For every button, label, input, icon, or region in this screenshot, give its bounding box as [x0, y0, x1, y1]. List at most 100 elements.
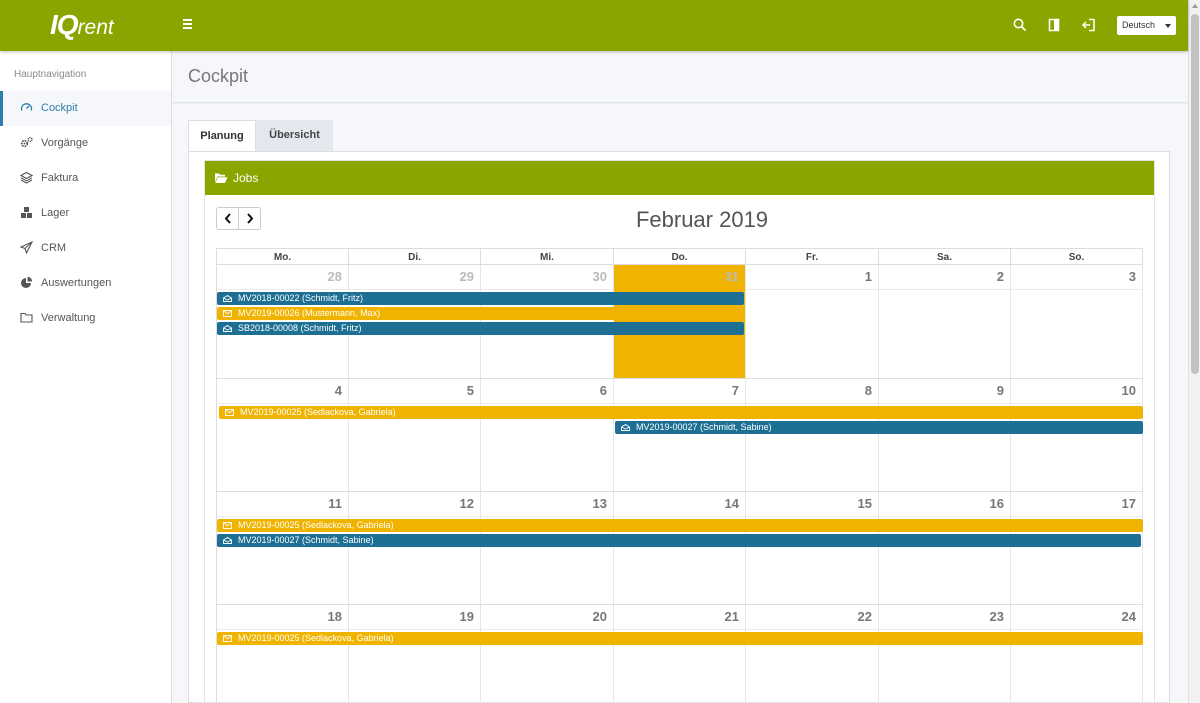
calendar-event[interactable]: MV2019-00025 (Sedlackova, Gabriela)	[219, 406, 1143, 419]
day-number: 22	[857, 609, 872, 624]
calendar-day[interactable]: 21	[614, 605, 746, 703]
top-header: IQrent Deutsch	[0, 0, 1188, 51]
app-logo[interactable]: IQrent	[50, 9, 114, 41]
calendar-day[interactable]: 17	[1011, 492, 1143, 605]
tab-planung[interactable]: Planung	[188, 120, 256, 152]
day-number: 19	[459, 609, 474, 624]
jobs-box-header: Jobs	[205, 161, 1154, 195]
language-select[interactable]: Deutsch	[1117, 16, 1176, 35]
calendar-day[interactable]: 10	[1011, 379, 1143, 492]
sidebar-item-verwaltung[interactable]: Verwaltung	[0, 301, 171, 336]
calendar-day[interactable]: 14	[614, 492, 746, 605]
calendar-nav	[216, 207, 261, 230]
calendar-grid: Mo. Di. Mi. Do. Fr. Sa. So. 28 29 30 31 …	[216, 248, 1143, 703]
calendar-day[interactable]: 12	[349, 492, 481, 605]
chevron-right-icon	[247, 213, 254, 224]
calendar-event[interactable]: SB2018-00008 (Schmidt, Fritz)	[217, 322, 744, 335]
day-number: 24	[1121, 609, 1136, 624]
tab-uebersicht[interactable]: Übersicht	[256, 120, 333, 152]
calendar-day[interactable]: 22	[746, 605, 879, 703]
chevron-left-icon	[224, 213, 231, 224]
envelope-icon	[223, 310, 232, 317]
dashboard-icon	[20, 103, 33, 111]
chevron-down-icon	[1165, 24, 1171, 28]
next-month-button[interactable]	[239, 208, 261, 229]
calendar-day[interactable]: 7	[614, 379, 746, 492]
calendar-event[interactable]: MV2019-00027 (Schmidt, Sabine)	[615, 421, 1143, 434]
calendar-day[interactable]: 23	[879, 605, 1011, 703]
envelope-icon	[223, 635, 232, 642]
calendar-event[interactable]: MV2018-00022 (Schmidt, Fritz)	[217, 292, 744, 305]
envelope-open-icon	[223, 325, 232, 332]
scrollbar-thumb[interactable]	[1191, 14, 1199, 374]
calendar-day[interactable]: 3	[1011, 265, 1143, 379]
content-header: Cockpit	[172, 51, 1188, 103]
day-number: 16	[989, 496, 1004, 511]
envelope-open-icon	[621, 424, 630, 431]
calendar-event[interactable]: MV2019-00025 (Sedlackova, Gabriela)	[217, 632, 1143, 645]
day-number: 17	[1121, 496, 1136, 511]
weekday-header: Mo.	[216, 248, 349, 265]
weekday-header: Mi.	[481, 248, 614, 265]
logo-rent: rent	[77, 16, 114, 39]
folder-open-icon	[215, 173, 228, 183]
day-number: 13	[592, 496, 607, 511]
calendar-day[interactable]: 1	[746, 265, 879, 379]
sidebar-item-label: Verwaltung	[41, 312, 96, 324]
event-label: MV2019-00027 (Schmidt, Sabine)	[238, 535, 374, 545]
columns-icon[interactable]	[1045, 16, 1063, 34]
calendar-day[interactable]: 6	[481, 379, 614, 492]
sidebar-item-faktura[interactable]: Faktura	[0, 161, 171, 196]
calendar-event[interactable]: MV2019-00027 (Schmidt, Sabine)	[217, 534, 1141, 547]
calendar-week: 4 5 6 7 8 9 10 MV2019-00025 (Sedlackova,…	[216, 379, 1143, 492]
calendar-day[interactable]: 9	[879, 379, 1011, 492]
calendar-week: 11 12 13 14 15 16 17 MV2019-00025 (Sedla…	[216, 492, 1143, 605]
calendar-day[interactable]: 19	[349, 605, 481, 703]
page-scrollbar[interactable]	[1188, 0, 1200, 703]
search-icon[interactable]	[1011, 16, 1029, 34]
calendar-day[interactable]: 8	[746, 379, 879, 492]
calendar-day[interactable]: 18	[216, 605, 349, 703]
day-number: 14	[724, 496, 739, 511]
sidebar-item-cockpit[interactable]: Cockpit	[0, 91, 171, 126]
weekday-header: Do.	[614, 248, 746, 265]
prev-month-button[interactable]	[217, 208, 239, 229]
calendar-day[interactable]: 13	[481, 492, 614, 605]
calendar-day[interactable]: 5	[349, 379, 481, 492]
envelope-icon	[223, 522, 232, 529]
calendar-day[interactable]: 16	[879, 492, 1011, 605]
day-number: 23	[989, 609, 1004, 624]
calendar-day[interactable]: 24	[1011, 605, 1143, 703]
sidebar-item-label: Vorgänge	[41, 137, 89, 149]
sidebar-item-lager[interactable]: Lager	[0, 196, 171, 231]
event-label: MV2019-00027 (Schmidt, Sabine)	[636, 422, 772, 432]
sign-out-icon[interactable]	[1080, 16, 1098, 34]
calendar-day[interactable]: 4	[216, 379, 349, 492]
calendar-day[interactable]: 15	[746, 492, 879, 605]
sidebar-item-auswertungen[interactable]: Auswertungen	[0, 266, 171, 301]
day-number: 30	[592, 269, 607, 284]
day-number: 28	[327, 269, 342, 284]
calendar-event[interactable]: MV2019-00025 (Sedlackova, Gabriela)	[217, 519, 1143, 532]
sidebar-item-vorgaenge[interactable]: Vorgänge	[0, 126, 171, 161]
day-number: 7	[731, 383, 739, 398]
envelope-open-icon	[223, 295, 232, 302]
day-number: 11	[328, 496, 342, 511]
envelope-open-icon	[223, 537, 232, 544]
calendar-day[interactable]: 11	[216, 492, 349, 605]
event-label: SB2018-00008 (Schmidt, Fritz)	[238, 323, 362, 333]
event-label: MV2019-00025 (Sedlackova, Gabriela)	[238, 633, 394, 643]
event-label: MV2018-00022 (Schmidt, Fritz)	[238, 293, 364, 303]
calendar-event[interactable]: MV2019-00026 (Mustermann, Max)	[217, 307, 744, 320]
scroll-up-arrow-icon[interactable]	[1192, 4, 1198, 8]
day-number: 29	[459, 269, 474, 284]
cogs-icon	[20, 136, 33, 148]
weekday-header: Sa.	[879, 248, 1011, 265]
calendar-day[interactable]: 2	[879, 265, 1011, 379]
sidebar-item-label: Lager	[41, 207, 70, 219]
calendar-day[interactable]: 20	[481, 605, 614, 703]
weekday-header: Fr.	[746, 248, 879, 265]
day-number: 20	[592, 609, 607, 624]
menu-toggle-icon[interactable]	[180, 17, 196, 33]
sidebar-item-crm[interactable]: CRM	[0, 231, 171, 266]
